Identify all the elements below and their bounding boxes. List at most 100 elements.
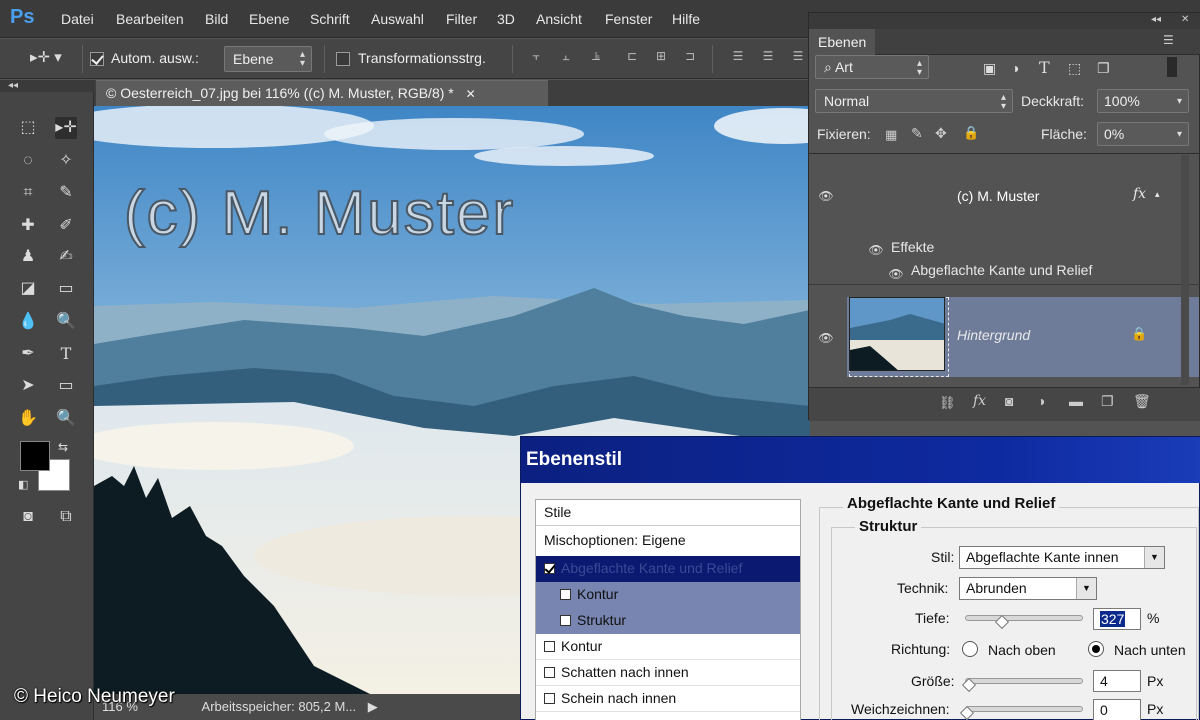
quick-mask-icon[interactable]: ◙ [17,506,39,528]
blur-tool-icon[interactable]: 💧 [17,311,39,333]
menu-ansicht[interactable]: Ansicht [536,11,582,27]
align-right-icon[interactable]: ⊐ [682,49,698,65]
auto-select-checkbox[interactable] [90,52,104,66]
eye-icon[interactable]: 👁 [867,244,885,256]
auto-select-dropdown[interactable]: Ebene ▴ ▾ [224,46,312,72]
size-input[interactable]: 4 [1093,670,1141,692]
checkbox[interactable] [544,693,555,704]
filter-smartobject-icon[interactable]: ❐ [1097,60,1110,77]
dodge-tool-icon[interactable]: 🔍 [55,311,77,333]
close-panel-icon[interactable]: ✕ [1181,14,1189,25]
lasso-tool-icon[interactable]: ◌ [17,150,39,172]
blend-mode-dropdown[interactable]: Normal ▴ ▾ [815,89,1013,113]
align-vcenter-icon[interactable]: ⫠ [558,49,574,65]
default-colors-icon[interactable]: ◧ [18,478,28,491]
soften-slider[interactable] [965,706,1083,712]
lock-position-icon[interactable]: ✥ [935,125,947,142]
foreground-color-swatch[interactable] [20,441,50,471]
filter-pixel-icon[interactable]: ▣ [983,60,996,77]
brush-tool-icon[interactable]: ✐ [55,215,77,237]
type-tool-icon[interactable]: T [55,343,77,365]
path-selection-tool-icon[interactable]: ➤ [17,375,39,397]
direction-up-radio[interactable] [962,641,978,657]
history-brush-tool-icon[interactable]: ✍ [55,246,77,268]
style-item-texture-sub[interactable]: Struktur [536,608,800,634]
document-tab[interactable]: © Oesterreich_07.jpg bei 116% ((c) M. Mu… [96,80,548,106]
checkbox[interactable] [560,589,571,600]
status-info[interactable]: Arbeitsspeicher: 805,2 M... [202,699,357,714]
distribute-vcenter-icon[interactable]: ☰ [760,49,776,65]
healing-brush-tool-icon[interactable]: ✚ [17,215,39,237]
new-layer-icon[interactable]: ❐ [1101,393,1114,410]
marquee-tool-icon[interactable]: ⬚ [17,117,39,139]
collapse-icon[interactable]: ◂◂ [8,80,18,91]
adjustment-layer-icon[interactable]: ◑ [1037,393,1045,409]
tab-ebenen[interactable]: Ebenen [809,29,875,55]
lock-icon[interactable]: 🔒 [1131,326,1147,342]
transform-controls-checkbox[interactable] [336,52,350,66]
checkbox[interactable] [544,667,555,678]
checkbox[interactable] [544,641,555,652]
align-bottom-icon[interactable]: ⫡ [588,49,604,65]
menu-datei[interactable]: Datei [61,11,94,27]
add-style-icon[interactable]: fx [973,393,986,409]
effect-name[interactable]: Abgeflachte Kante und Relief [911,262,1092,278]
lock-transparent-icon[interactable]: ▦ [885,127,897,143]
lock-all-icon[interactable]: 🔒 [963,125,979,141]
panel-menu-icon[interactable]: ☰ [1163,33,1174,47]
filter-toggle[interactable] [1167,57,1177,77]
technique-dropdown[interactable]: Abrunden ▼ [959,577,1097,600]
trash-icon[interactable]: 🗑 [1133,393,1151,410]
style-item-bevel-emboss[interactable]: Abgeflachte Kante und Relief [536,556,800,582]
bevel-style-dropdown[interactable]: Abgeflachte Kante innen ▼ [959,546,1165,569]
crop-tool-icon[interactable]: ⌗ [17,182,39,204]
eye-icon[interactable]: 👁 [817,332,835,344]
screen-mode-icon[interactable]: ⧉ [55,506,77,528]
eraser-tool-icon[interactable]: ◪ [17,278,39,300]
style-item-inner-shadow[interactable]: Schatten nach innen [536,660,800,686]
filter-kind-dropdown[interactable]: ⌕ Art ▴ ▾ [815,55,929,79]
hand-tool-icon[interactable]: ✋ [17,408,39,430]
filter-adjustment-icon[interactable]: ◑ [1011,60,1019,76]
opacity-field[interactable]: 100% ▾ [1097,89,1189,113]
size-slider[interactable] [965,678,1083,684]
depth-slider[interactable] [965,615,1083,621]
filter-type-icon[interactable]: T [1039,58,1050,77]
menu-fenster[interactable]: Fenster [605,11,652,27]
menu-hilfe[interactable]: Hilfe [672,11,700,27]
add-mask-icon[interactable]: ◙ [1005,393,1013,409]
status-menu-arrow-icon[interactable]: ▶ [368,699,378,714]
swap-colors-icon[interactable]: ⇆ [58,440,68,454]
link-layers-icon[interactable]: ⛓ [939,395,956,411]
rectangle-tool-icon[interactable]: ▭ [55,375,77,397]
fill-field[interactable]: 0% ▾ [1097,122,1189,146]
style-item-stroke[interactable]: Kontur [536,634,800,660]
pen-tool-icon[interactable]: ✒ [17,343,39,365]
distribute-bottom-icon[interactable]: ☰ [790,49,806,65]
depth-input[interactable]: 327 [1093,608,1141,630]
expand-effects-icon[interactable]: ▴ [1155,189,1160,200]
style-item-contour-sub[interactable]: Kontur [536,582,800,608]
eye-icon[interactable]: 👁 [817,190,835,202]
eye-icon[interactable]: 👁 [887,268,905,280]
zoom-tool-icon[interactable]: 🔍 [55,408,77,430]
close-tab-icon[interactable]: ✕ [466,87,476,101]
align-top-icon[interactable]: ⫟ [528,49,544,65]
menu-filter[interactable]: Filter [446,11,477,27]
checkbox[interactable] [544,563,555,574]
align-left-icon[interactable]: ⊏ [624,49,640,65]
eyedropper-tool-icon[interactable]: ✎ [55,182,77,204]
move-tool-preset-icon[interactable]: ▸✛ ▾ [30,48,74,68]
new-group-icon[interactable]: ▬ [1069,393,1083,409]
magic-wand-tool-icon[interactable]: ✧ [55,150,77,172]
gradient-tool-icon[interactable]: ▭ [55,278,77,300]
layers-scrollbar[interactable] [1181,155,1189,385]
collapse-panel-icon[interactable]: ◂◂ [1151,14,1161,25]
layer-row-text[interactable]: 👁 T (c) M. Muster fx ▴ 👁 Effekte 👁 Abgef… [809,155,1199,377]
distribute-top-icon[interactable]: ☰ [730,49,746,65]
menu-3d[interactable]: 3D [497,11,515,27]
lock-paint-icon[interactable]: ✎ [911,125,923,142]
blending-options-item[interactable]: Mischoptionen: Eigene [536,528,800,554]
stamp-tool-icon[interactable]: ♟ [17,246,39,268]
styles-header[interactable]: Stile [536,500,800,526]
